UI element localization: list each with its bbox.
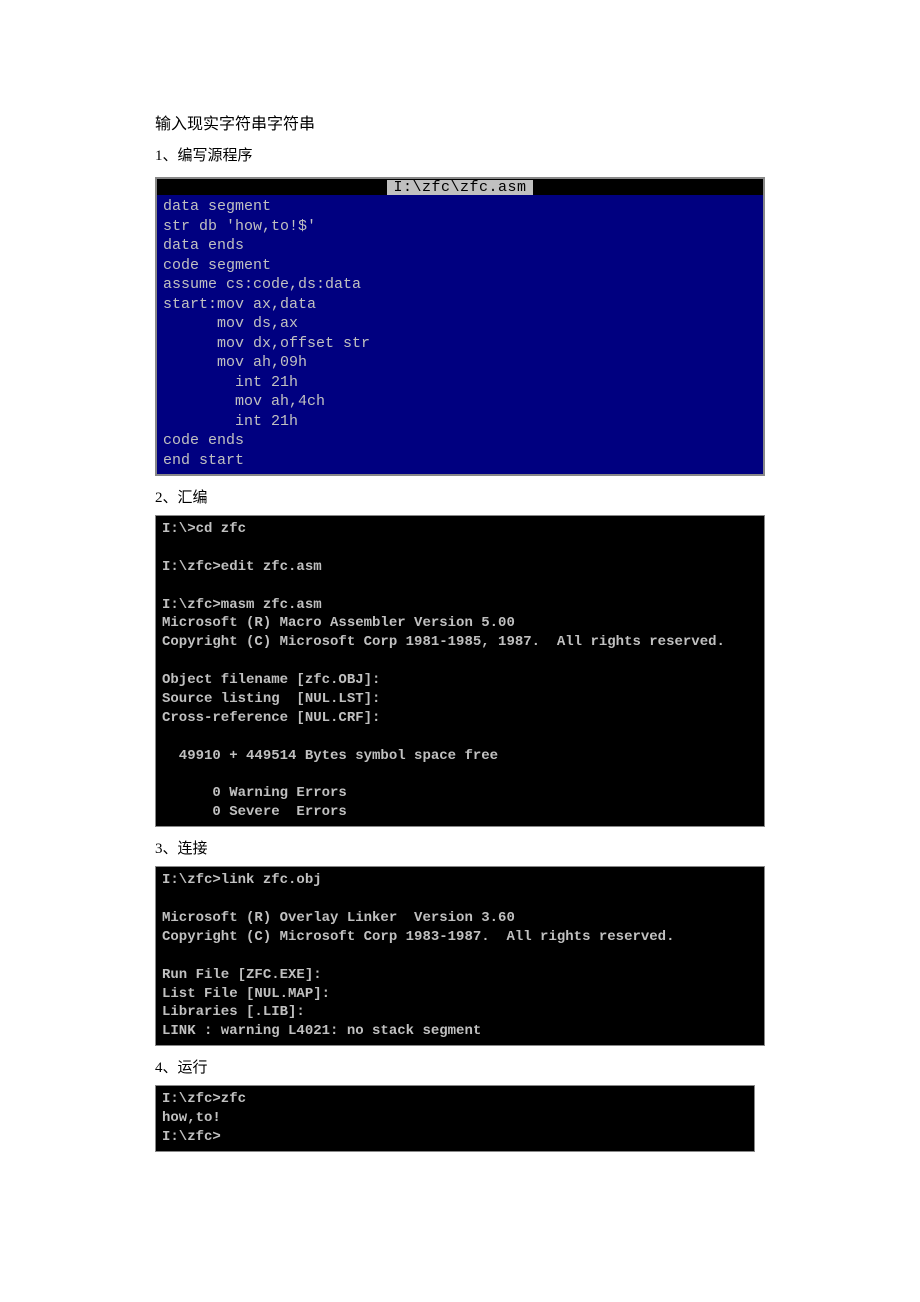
terminal-assemble: I:\>cd zfc I:\zfc>edit zfc.asm I:\zfc>ma…	[155, 515, 765, 827]
terminal-run: I:\zfc>zfc how,to! I:\zfc>	[155, 1085, 755, 1152]
terminal-link: I:\zfc>link zfc.obj Microsoft (R) Overla…	[155, 866, 765, 1046]
editor-titlebar: I:\zfc\zfc.asm	[157, 179, 763, 195]
editor-window: I:\zfc\zfc.asm data segment str db 'how,…	[155, 177, 765, 476]
page: 输入现实字符串字符串 1、编写源程序 I:\zfc\zfc.asm data s…	[0, 0, 920, 1216]
doc-title: 输入现实字符串字符串	[155, 110, 765, 134]
step-3-label: 3、连接	[155, 837, 765, 858]
step-4-label: 4、运行	[155, 1056, 765, 1077]
step-2-label: 2、汇编	[155, 486, 765, 507]
editor-code: data segment str db 'how,to!$' data ends…	[157, 195, 763, 474]
step-1-label: 1、编写源程序	[155, 144, 765, 165]
editor-title: I:\zfc\zfc.asm	[387, 180, 532, 195]
